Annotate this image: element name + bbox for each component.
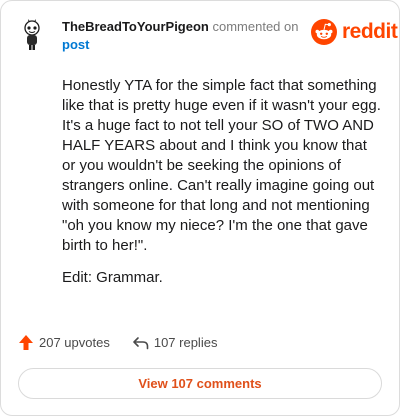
comment-action: commented on	[212, 19, 299, 34]
reddit-alien-icon	[311, 19, 337, 45]
upvotes-count: 207 upvotes	[39, 335, 110, 350]
user-avatar[interactable]	[20, 17, 44, 51]
comment-paragraph: Edit: Grammar.	[62, 269, 163, 286]
comment-stats: 207 upvotes 107 replies	[18, 334, 217, 351]
avatar-snoo-icon	[24, 19, 40, 50]
view-comments-button[interactable]: View 107 comments	[18, 368, 382, 399]
comment-header: TheBreadToYourPigeon commented on post	[62, 18, 302, 54]
comment-author[interactable]: TheBreadToYourPigeon	[62, 19, 209, 34]
comment-card: TheBreadToYourPigeon commented on post r…	[0, 0, 400, 416]
view-comments-label: View 107 comments	[138, 376, 262, 391]
replies-count: 107 replies	[153, 335, 218, 350]
reddit-logo[interactable]: reddit	[311, 19, 398, 45]
upvotes-stat[interactable]: 207 upvotes	[18, 334, 110, 351]
post-link[interactable]: post	[62, 37, 89, 52]
replies-stat[interactable]: 107 replies	[132, 335, 218, 350]
comment-paragraph: Honestly YTA for the simple fact that so…	[62, 77, 381, 254]
comment-body: Honestly YTA for the simple fact that so…	[62, 76, 382, 300]
reddit-wordmark: reddit	[342, 20, 398, 43]
reply-arrow-icon	[133, 336, 149, 349]
upvote-arrow-icon	[19, 335, 33, 350]
